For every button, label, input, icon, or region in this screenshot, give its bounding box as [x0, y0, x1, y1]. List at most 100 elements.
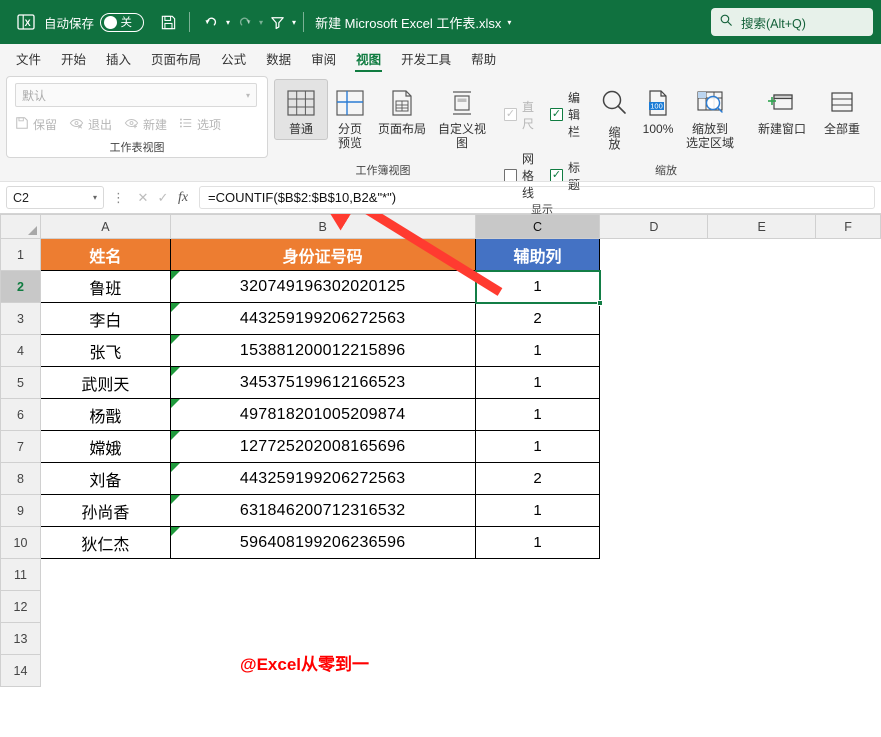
cell-b6[interactable]: 497818201005209874: [170, 399, 475, 431]
checkbox-gridlines[interactable]: 网格线: [504, 150, 534, 201]
cell-f12[interactable]: [816, 591, 881, 623]
autosave-toggle[interactable]: 关: [100, 13, 144, 32]
cell-f6[interactable]: [816, 399, 881, 431]
redo-icon[interactable]: [231, 9, 257, 35]
select-all-corner[interactable]: [1, 215, 41, 239]
row-header-2[interactable]: 2: [1, 271, 41, 303]
cell-d6[interactable]: [600, 399, 708, 431]
keep-sheet-view-button[interactable]: 保留: [15, 116, 57, 133]
row-header-14[interactable]: 14: [1, 655, 41, 687]
cell-c1[interactable]: 辅助列: [475, 239, 600, 271]
cell-b3[interactable]: 443259199206272563: [170, 303, 475, 335]
checkbox-formula-bar[interactable]: ✓ 编辑栏: [550, 89, 580, 140]
cell-e4[interactable]: [708, 335, 816, 367]
row-header-11[interactable]: 11: [1, 559, 41, 591]
cell-b5[interactable]: 345375199612166523: [170, 367, 475, 399]
cell-d13[interactable]: [600, 623, 708, 655]
column-header-d[interactable]: D: [600, 215, 708, 239]
redo-dropdown-caret[interactable]: ▾: [259, 18, 263, 27]
cell-a3[interactable]: 李白: [40, 303, 170, 335]
cell-d9[interactable]: [600, 495, 708, 527]
tab-review[interactable]: 审阅: [301, 45, 346, 74]
cell-e9[interactable]: [708, 495, 816, 527]
cell-d12[interactable]: [600, 591, 708, 623]
tab-developer[interactable]: 开发工具: [391, 45, 461, 74]
cell-c8[interactable]: 2: [475, 463, 600, 495]
cell-b7[interactable]: 127725202008165696: [170, 431, 475, 463]
cell-f14[interactable]: [816, 655, 881, 687]
filter-dropdown-caret[interactable]: ▾: [292, 18, 296, 27]
checkbox-ruler[interactable]: ✓ 直尺: [504, 89, 534, 140]
cell-a10[interactable]: 狄仁杰: [40, 527, 170, 559]
fill-handle[interactable]: [597, 300, 603, 306]
cell-c4[interactable]: 1: [475, 335, 600, 367]
cell-d14[interactable]: [600, 655, 708, 687]
tab-view[interactable]: 视图: [346, 45, 391, 74]
row-header-9[interactable]: 9: [1, 495, 41, 527]
cell-b10[interactable]: 596408199206236596: [170, 527, 475, 559]
cell-a11[interactable]: [40, 559, 170, 591]
cell-d7[interactable]: [600, 431, 708, 463]
new-window-button[interactable]: 新建窗口: [752, 79, 812, 140]
insert-function-icon[interactable]: fx: [173, 187, 193, 209]
cell-a5[interactable]: 武则天: [40, 367, 170, 399]
cell-a9[interactable]: 孙尚香: [40, 495, 170, 527]
cell-c5[interactable]: 1: [475, 367, 600, 399]
cell-e14[interactable]: [708, 655, 816, 687]
cell-d11[interactable]: [600, 559, 708, 591]
save-icon[interactable]: [155, 9, 181, 35]
cell-b9[interactable]: 631846200712316532: [170, 495, 475, 527]
column-header-b[interactable]: B: [170, 215, 475, 239]
cell-b12[interactable]: [170, 591, 475, 623]
cell-f1[interactable]: [816, 239, 881, 271]
cell-c7[interactable]: 1: [475, 431, 600, 463]
cell-c6[interactable]: 1: [475, 399, 600, 431]
row-header-4[interactable]: 4: [1, 335, 41, 367]
column-header-f[interactable]: F: [816, 215, 881, 239]
cell-a6[interactable]: 杨戬: [40, 399, 170, 431]
undo-dropdown-caret[interactable]: ▾: [226, 18, 230, 27]
cell-a12[interactable]: [40, 591, 170, 623]
row-header-13[interactable]: 13: [1, 623, 41, 655]
tab-page-layout[interactable]: 页面布局: [141, 45, 211, 74]
cell-f5[interactable]: [816, 367, 881, 399]
document-title-caret[interactable]: ▾: [507, 18, 511, 27]
row-header-6[interactable]: 6: [1, 399, 41, 431]
cell-c13[interactable]: [475, 623, 600, 655]
cell-d10[interactable]: [600, 527, 708, 559]
checkbox-headings[interactable]: ✓ 标题: [550, 150, 580, 201]
sheet-view-combo[interactable]: 默认 ▾: [15, 83, 257, 107]
tab-home[interactable]: 开始: [51, 45, 96, 74]
cell-d2[interactable]: [600, 271, 708, 303]
undo-icon[interactable]: [198, 9, 224, 35]
cell-d4[interactable]: [600, 335, 708, 367]
cell-b8[interactable]: 443259199206272563: [170, 463, 475, 495]
row-header-8[interactable]: 8: [1, 463, 41, 495]
cell-a4[interactable]: 张飞: [40, 335, 170, 367]
page-break-preview-button[interactable]: 分页 预览: [328, 79, 372, 154]
cell-f7[interactable]: [816, 431, 881, 463]
cell-e5[interactable]: [708, 367, 816, 399]
cancel-icon[interactable]: ✕: [133, 187, 153, 209]
confirm-checkmark-icon[interactable]: ✓: [153, 187, 173, 209]
name-box[interactable]: C2 ▾: [6, 186, 104, 209]
cell-e13[interactable]: [708, 623, 816, 655]
cell-c14[interactable]: [475, 655, 600, 687]
cell-c11[interactable]: [475, 559, 600, 591]
cell-a8[interactable]: 刘备: [40, 463, 170, 495]
cell-b2[interactable]: 320749196302020125: [170, 271, 475, 303]
column-header-c[interactable]: C: [475, 215, 600, 239]
row-header-3[interactable]: 3: [1, 303, 41, 335]
cell-a1[interactable]: 姓名: [40, 239, 170, 271]
cell-e7[interactable]: [708, 431, 816, 463]
cell-f4[interactable]: [816, 335, 881, 367]
cell-a13[interactable]: [40, 623, 170, 655]
cell-f11[interactable]: [816, 559, 881, 591]
cell-e3[interactable]: [708, 303, 816, 335]
cell-c10[interactable]: 1: [475, 527, 600, 559]
tab-help[interactable]: 帮助: [461, 45, 506, 74]
cell-f2[interactable]: [816, 271, 881, 303]
cell-e2[interactable]: [708, 271, 816, 303]
normal-view-button[interactable]: 普通: [274, 79, 328, 140]
column-header-e[interactable]: E: [708, 215, 816, 239]
